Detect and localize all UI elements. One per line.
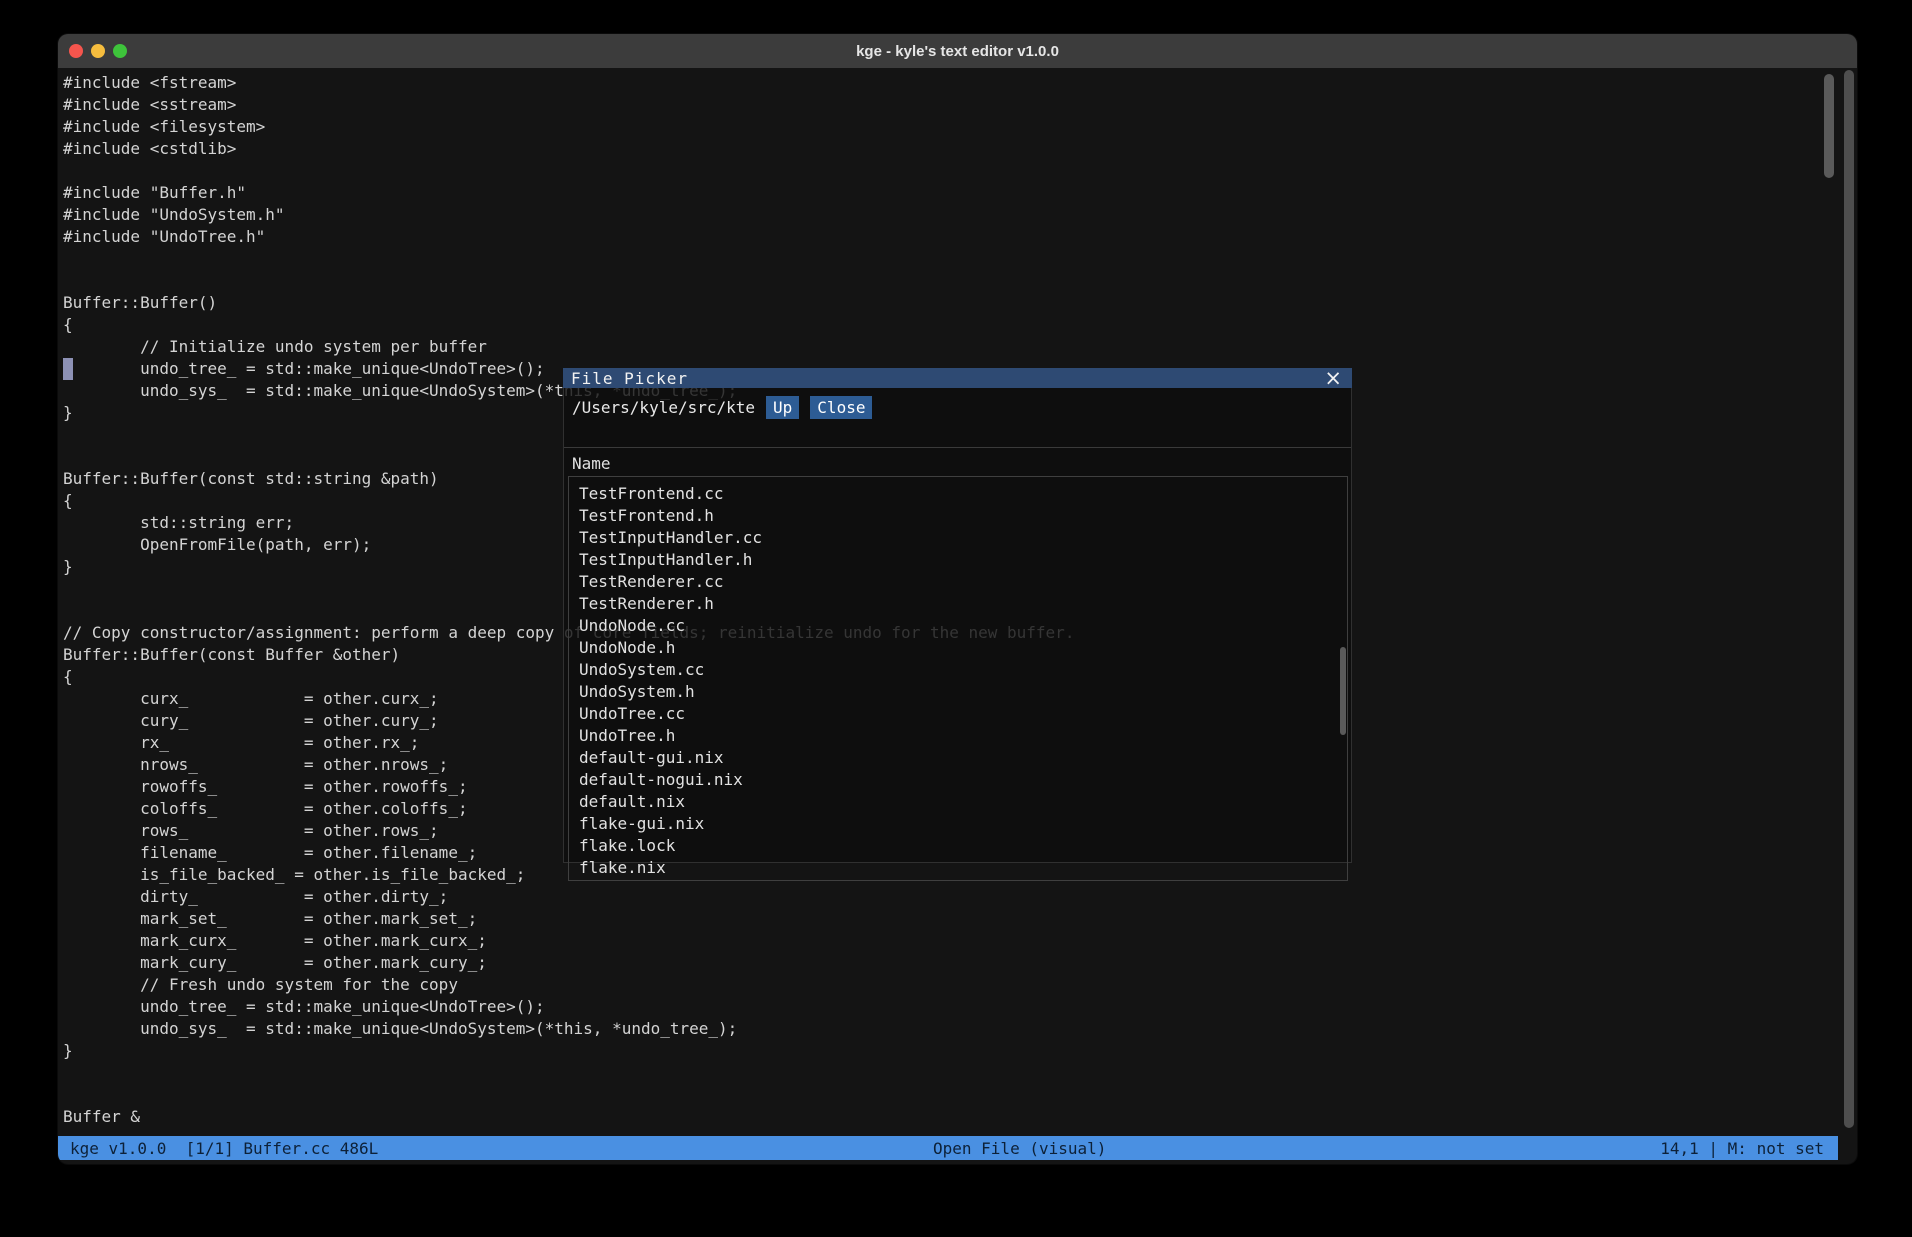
file-list[interactable]: TestFrontend.ccTestFrontend.hTestInputHa… bbox=[568, 476, 1348, 881]
window-titlebar[interactable]: kge - kyle's text editor v1.0.0 bbox=[58, 34, 1857, 68]
file-item[interactable]: flake.nix bbox=[569, 857, 1347, 879]
status-bar: kge v1.0.0 [1/1] Buffer.cc 486L Open Fil… bbox=[58, 1136, 1838, 1160]
file-item[interactable]: default.nix bbox=[569, 791, 1347, 813]
close-icon[interactable]: × bbox=[1324, 369, 1342, 387]
file-item[interactable]: TestInputHandler.h bbox=[569, 549, 1347, 571]
file-picker-body: /Users/kyle/src/kte Up Close Name TestFr… bbox=[563, 388, 1352, 863]
file-item[interactable]: UndoSystem.cc bbox=[569, 659, 1347, 681]
up-button[interactable]: Up bbox=[766, 396, 799, 419]
file-item[interactable]: UndoTree.h bbox=[569, 725, 1347, 747]
file-list-scrollbar-thumb[interactable] bbox=[1340, 647, 1346, 735]
file-item[interactable]: UndoTree.cc bbox=[569, 703, 1347, 725]
file-item[interactable]: TestRenderer.h bbox=[569, 593, 1347, 615]
path-row: /Users/kyle/src/kte Up Close bbox=[572, 396, 872, 419]
file-item[interactable]: TestInputHandler.cc bbox=[569, 527, 1347, 549]
file-item[interactable]: default-nogui.nix bbox=[569, 769, 1347, 791]
window-title: kge - kyle's text editor v1.0.0 bbox=[58, 43, 1857, 60]
editor-cursor bbox=[63, 358, 73, 380]
file-picker-title: File Picker bbox=[571, 369, 688, 388]
file-item[interactable]: UndoNode.cc bbox=[569, 615, 1347, 637]
file-picker-dialog: File Picker × /Users/kyle/src/kte Up Clo… bbox=[563, 368, 1352, 863]
status-cursor-position: 14,1 | M: not set bbox=[1660, 1139, 1838, 1158]
window-scrollbar-track[interactable] bbox=[1844, 70, 1854, 1128]
file-item[interactable]: TestFrontend.h bbox=[569, 505, 1347, 527]
name-column-header: Name bbox=[572, 454, 611, 473]
file-item[interactable]: flake.lock bbox=[569, 835, 1347, 857]
file-item[interactable]: flake-gui.nix bbox=[569, 813, 1347, 835]
status-version-file: kge v1.0.0 [1/1] Buffer.cc 486L bbox=[58, 1139, 378, 1158]
editor-window: kge - kyle's text editor v1.0.0 #include… bbox=[58, 34, 1857, 1164]
current-path: /Users/kyle/src/kte bbox=[572, 398, 755, 417]
desktop: kge - kyle's text editor v1.0.0 #include… bbox=[0, 0, 1912, 1237]
file-item[interactable]: TestFrontend.cc bbox=[569, 483, 1347, 505]
separator bbox=[564, 447, 1351, 448]
status-mode: Open File (visual) bbox=[933, 1139, 1106, 1158]
file-picker-titlebar[interactable]: File Picker × bbox=[563, 368, 1352, 388]
file-item[interactable]: TestRenderer.cc bbox=[569, 571, 1347, 593]
close-button[interactable]: Close bbox=[810, 396, 872, 419]
file-item[interactable]: UndoNode.h bbox=[569, 637, 1347, 659]
editor-scrollbar-thumb[interactable] bbox=[1824, 74, 1834, 178]
file-item[interactable]: UndoSystem.h bbox=[569, 681, 1347, 703]
file-item[interactable]: default-gui.nix bbox=[569, 747, 1347, 769]
